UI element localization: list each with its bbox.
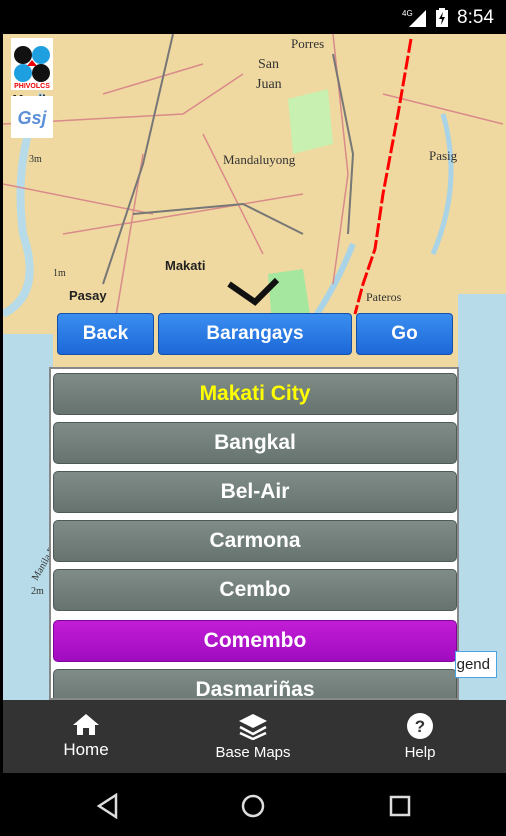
list-item[interactable]: Dasmariñas: [53, 669, 457, 698]
layers-icon: [239, 714, 267, 740]
status-bar: 4G 8:54: [0, 0, 506, 34]
back-nav-icon[interactable]: [96, 793, 120, 819]
nav-help[interactable]: ? Help: [340, 700, 500, 773]
list-item[interactable]: Carmona: [53, 520, 457, 562]
svg-text:Gsj: Gsj: [17, 108, 47, 128]
legend-button[interactable]: Legend: [455, 651, 497, 678]
svg-text:?: ?: [415, 717, 425, 736]
nav-base-maps[interactable]: Base Maps: [173, 700, 333, 773]
gsj-logo: Gsj: [11, 96, 53, 138]
list-item-selected[interactable]: Comembo: [53, 620, 457, 662]
system-nav-bar: [0, 773, 506, 836]
signal-icon: 4G: [402, 9, 426, 27]
nav-home[interactable]: Home: [6, 700, 166, 773]
barangays-button[interactable]: Barangays: [158, 313, 352, 355]
list-item[interactable]: Bel-Air: [53, 471, 457, 513]
bottom-nav: Home Base Maps ? Help: [3, 700, 506, 773]
recents-nav-icon[interactable]: [389, 795, 411, 817]
list-item[interactable]: Cembo: [53, 569, 457, 611]
barangay-list[interactable]: Makati City Bangkal Bel-Air Carmona Cemb…: [49, 367, 459, 700]
help-icon: ?: [407, 713, 433, 739]
phivolcs-logo: PHIVOLCS: [11, 38, 53, 90]
list-item-header[interactable]: Makati City: [53, 373, 457, 415]
svg-text:PHIVOLCS: PHIVOLCS: [14, 83, 50, 90]
home-icon: [73, 714, 99, 735]
svg-text:4G: 4G: [402, 9, 413, 18]
go-button[interactable]: Go: [356, 313, 453, 355]
location-marker-icon: [227, 277, 280, 306]
clock: 8:54: [457, 7, 494, 28]
list-item[interactable]: Bangkal: [53, 422, 457, 464]
home-nav-icon[interactable]: [241, 794, 265, 818]
back-button[interactable]: Back: [57, 313, 154, 355]
battery-charging-icon: [436, 8, 448, 27]
